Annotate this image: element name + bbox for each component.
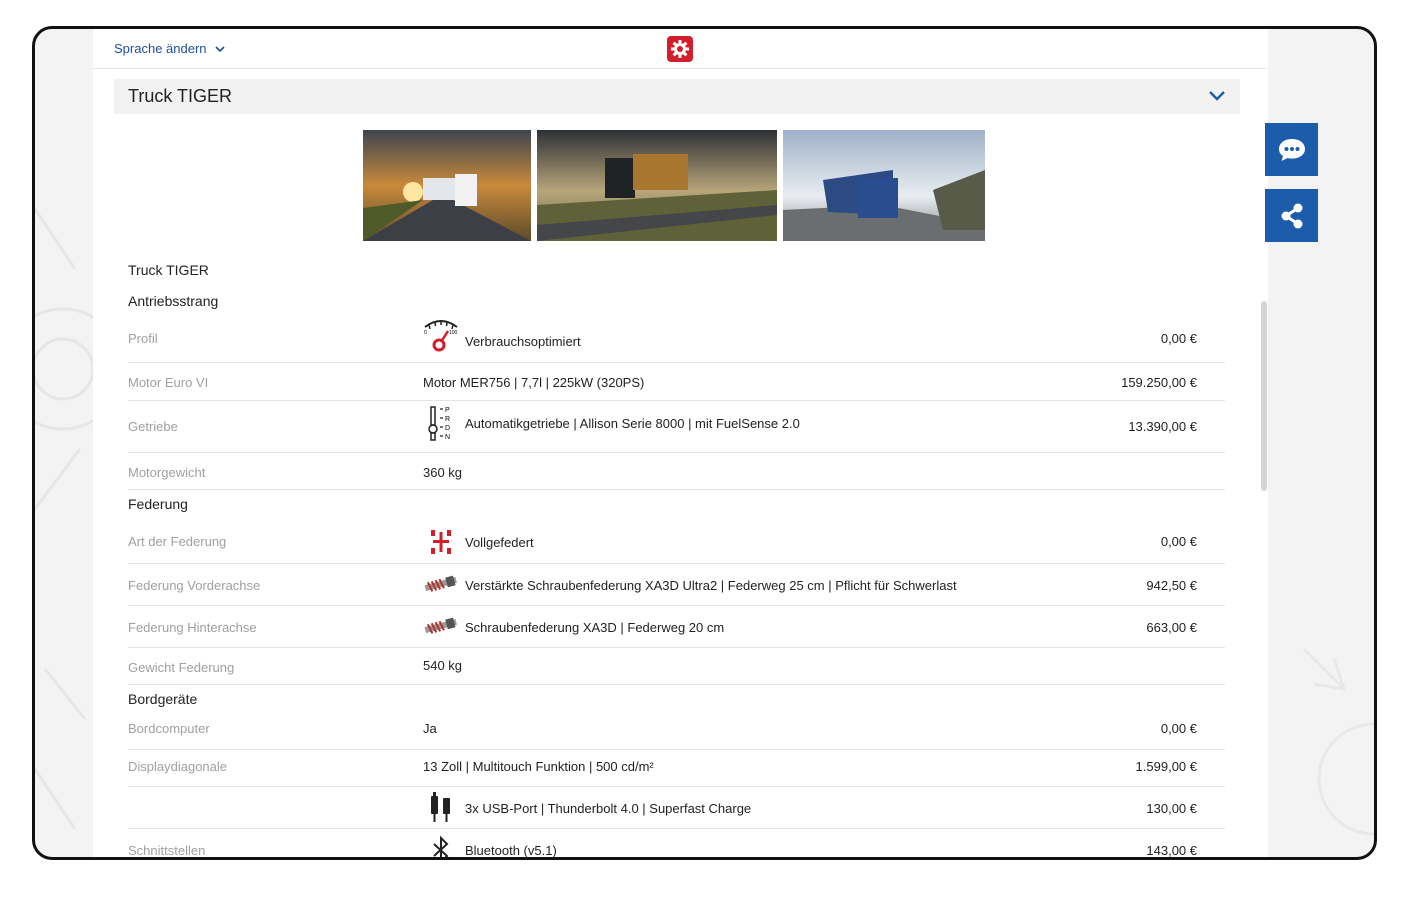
config-row-motor[interactable]: Motor Euro VI Motor MER756 | 7,7l | 225k…: [128, 363, 1225, 401]
shock-absorber-icon: [423, 567, 459, 603]
gear-letter-p: P: [445, 407, 450, 414]
section-bordgeraete: Bordgeräte: [128, 691, 198, 707]
config-row-art-federung[interactable]: Art der Federung Vollgefedert 0,00 €: [128, 518, 1225, 564]
row-label: Art der Federung: [128, 534, 227, 549]
row-value: 13 Zoll | Multitouch Funktion | 500 cd/m…: [423, 759, 654, 774]
config-row-displaydiagonale[interactable]: Displaydiagonale 13 Zoll | Multitouch Fu…: [128, 750, 1225, 787]
row-value: Schraubenfederung XA3D | Federweg 20 cm: [465, 619, 725, 635]
row-label: Schnittstellen: [128, 843, 206, 858]
config-row-bordcomputer[interactable]: Bordcomputer Ja 0,00 €: [128, 713, 1225, 750]
truck-image-3[interactable]: [783, 130, 985, 241]
section-antriebsstrang: Antriebsstrang: [128, 293, 219, 309]
row-price: 0,00 €: [1160, 534, 1197, 549]
row-price: 0,00 €: [1160, 721, 1197, 736]
truck-image-2[interactable]: [537, 130, 777, 241]
row-value: Ja: [423, 721, 437, 736]
gauge-min-label: 0: [424, 330, 427, 336]
row-price: 143,00 €: [1146, 843, 1197, 858]
gear-letter-r: R: [445, 416, 450, 423]
gauge-icon: 0 100: [423, 317, 459, 353]
chevron-down-icon[interactable]: [1208, 88, 1226, 102]
gear-letter-n: N: [445, 434, 450, 441]
row-value: Bluetooth (v5.1): [465, 842, 557, 858]
background-gear-decoration-right: [1302, 647, 1374, 836]
bluetooth-icon: [423, 832, 459, 857]
row-value: 3x USB-Port | Thunderbolt 4.0 | Superfas…: [465, 800, 752, 816]
row-label: Federung Hinterachse: [128, 620, 257, 635]
row-label: Displaydiagonale: [128, 759, 228, 774]
row-value: Automatikgetriebe | Allison Serie 8000 |…: [465, 415, 800, 431]
row-price: 130,00 €: [1146, 801, 1197, 816]
row-label: Getriebe: [128, 419, 178, 434]
config-row-getriebe[interactable]: Getriebe P R D N Automatikgetriebe | All…: [128, 401, 1225, 453]
row-value: Motor MER756 | 7,7l | 225kW (320PS): [423, 375, 645, 390]
top-bar: Sprache ändern: [93, 29, 1268, 69]
row-value: Vollgefedert: [465, 534, 534, 550]
gearshift-icon: P R D N: [423, 405, 459, 441]
row-label: Motorgewicht: [128, 465, 206, 480]
row-value: 540 kg: [423, 658, 463, 673]
share-icon: [1281, 203, 1302, 228]
row-value: Verstärkte Schraubenfederung XA3D Ultra2…: [465, 577, 957, 593]
config-row-usb[interactable]: 3x USB-Port | Thunderbolt 4.0 | Superfas…: [128, 787, 1225, 829]
background-gear-decoration: [35, 208, 95, 830]
row-price: 942,50 €: [1146, 578, 1197, 593]
row-price: 1.599,00 €: [1135, 759, 1197, 774]
scrollbar-thumb[interactable]: [1261, 301, 1267, 491]
configurator-page: Sprache ändern Truck TIGER Truck TIGER A…: [93, 29, 1268, 858]
row-price: 0,00 €: [1160, 331, 1197, 346]
chevron-down-icon: [214, 45, 225, 52]
row-label: Federung Vorderachse: [128, 578, 261, 593]
config-row-motorgewicht: Motorgewicht 360 kg: [128, 453, 1225, 490]
config-row-federung-vorderachse[interactable]: Federung Vorderachse Verstärkte Schraube…: [128, 564, 1225, 606]
language-selector[interactable]: Sprache ändern: [114, 41, 225, 56]
chat-button[interactable]: [1265, 123, 1318, 176]
config-row-profil[interactable]: Profil 0 100 Verbrauchsoptimiert 0,00 €: [128, 315, 1225, 363]
usb-plug-icon: [423, 790, 459, 826]
row-value: Verbrauchsoptimiert: [465, 333, 581, 349]
gauge-max-label: 100: [449, 330, 458, 336]
config-row-gewicht-federung: Gewicht Federung 540 kg: [128, 648, 1225, 685]
row-label: Bordcomputer: [128, 721, 210, 736]
section-federung: Federung: [128, 496, 188, 512]
language-label: Sprache ändern: [114, 41, 207, 56]
product-title: Truck TIGER: [128, 262, 209, 278]
row-value: 360 kg: [423, 465, 463, 480]
config-row-federung-hinterachse[interactable]: Federung Hinterachse Schraubenfederung X…: [128, 606, 1225, 648]
share-button[interactable]: [1265, 189, 1318, 242]
row-price: 663,00 €: [1146, 620, 1197, 635]
row-label: Profil: [128, 331, 158, 346]
row-price: 13.390,00 €: [1128, 419, 1197, 434]
truck-image-1[interactable]: [363, 130, 531, 241]
shock-absorber-icon: [423, 609, 459, 645]
row-label: Gewicht Federung: [128, 660, 235, 675]
row-label: Motor Euro VI: [128, 375, 209, 390]
gear-letter-d: D: [445, 425, 450, 432]
product-accordion-header[interactable]: Truck TIGER: [114, 79, 1240, 114]
gear-logo-icon[interactable]: [667, 36, 693, 62]
accordion-title: Truck TIGER: [128, 86, 233, 106]
device-frame: Sprache ändern Truck TIGER Truck TIGER A…: [32, 26, 1377, 860]
chat-bubble-icon: [1278, 138, 1305, 161]
row-price: 159.250,00 €: [1121, 375, 1197, 390]
suspension-frame-icon: [423, 524, 459, 560]
config-row-schnittstellen[interactable]: Schnittstellen Bluetooth (v5.1) 143,00 €: [128, 829, 1225, 858]
